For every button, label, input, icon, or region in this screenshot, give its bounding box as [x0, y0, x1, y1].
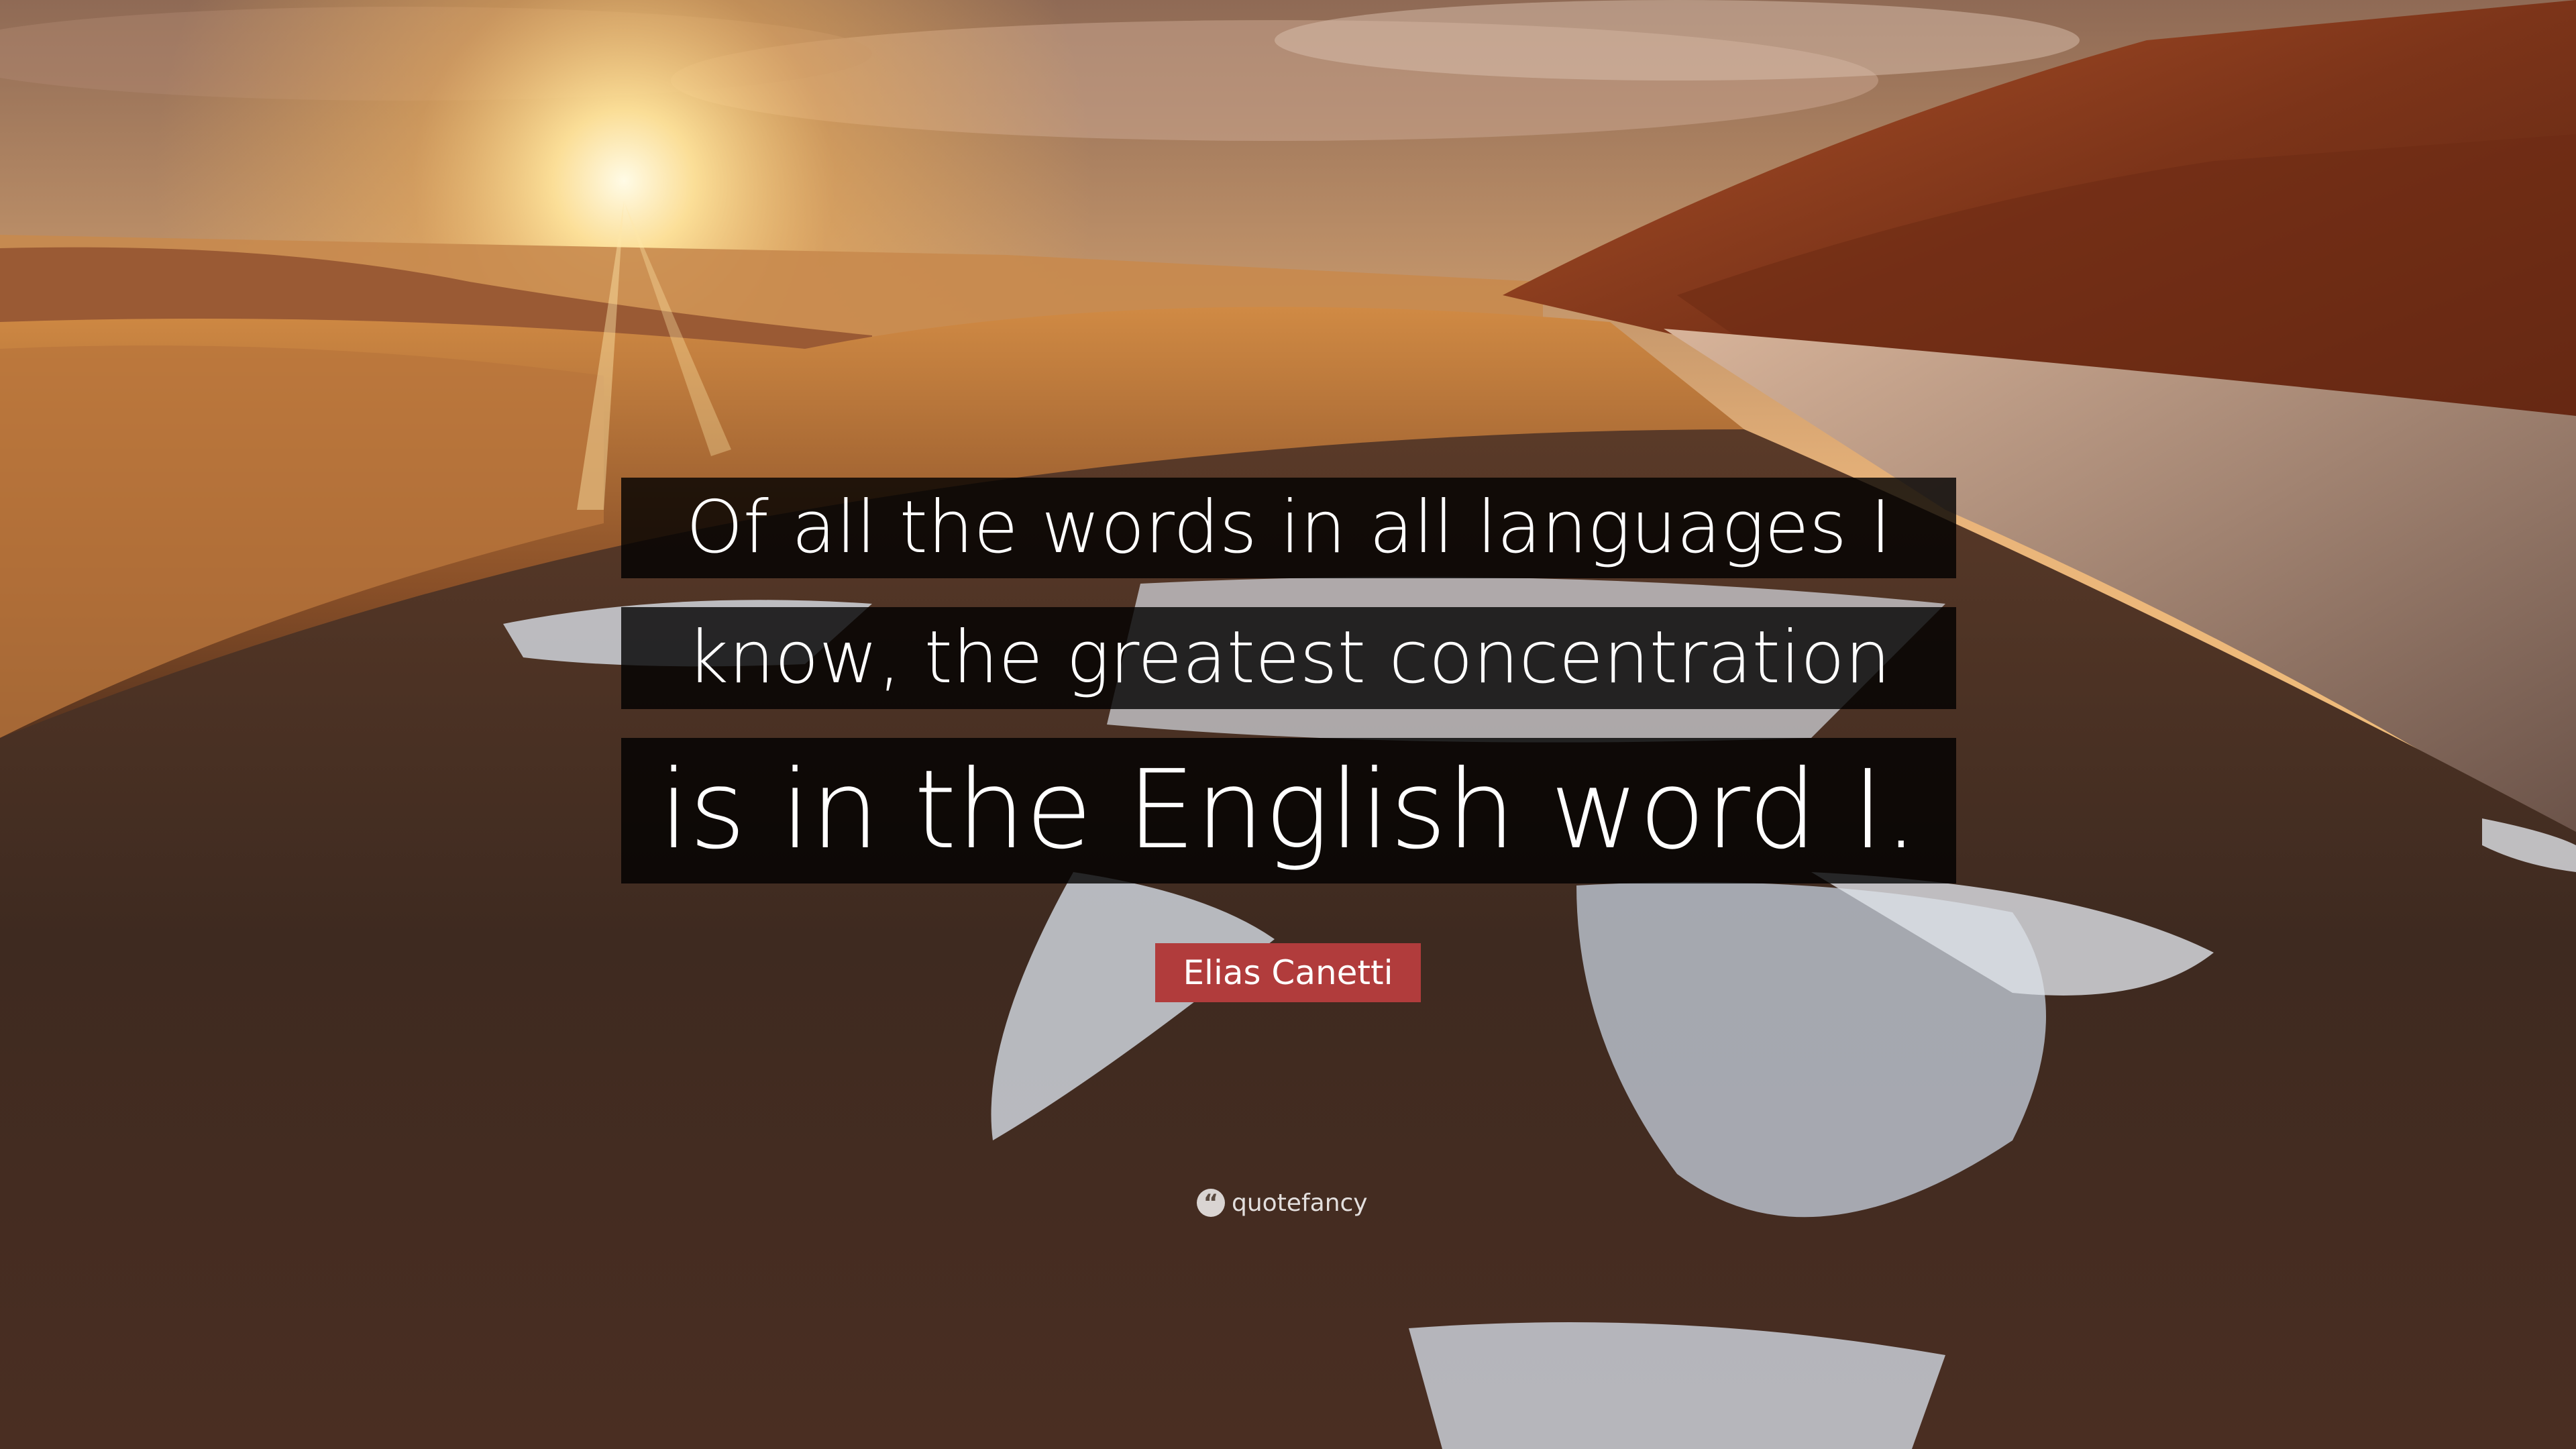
author-badge: Elias Canetti [1155, 943, 1421, 1002]
quotefancy-watermark: “ quotefancy [1197, 1186, 1368, 1220]
quote-line-2: know, the greatest concentration [621, 607, 1956, 709]
quote-icon: “ [1197, 1189, 1225, 1217]
quote-block: Of all the words in all languages I know… [621, 478, 1956, 883]
watermark-logo-text: quotefancy [1232, 1189, 1368, 1217]
quote-line-1: Of all the words in all languages I [621, 478, 1956, 578]
quote-line-3: is in the English word I. [621, 738, 1956, 883]
